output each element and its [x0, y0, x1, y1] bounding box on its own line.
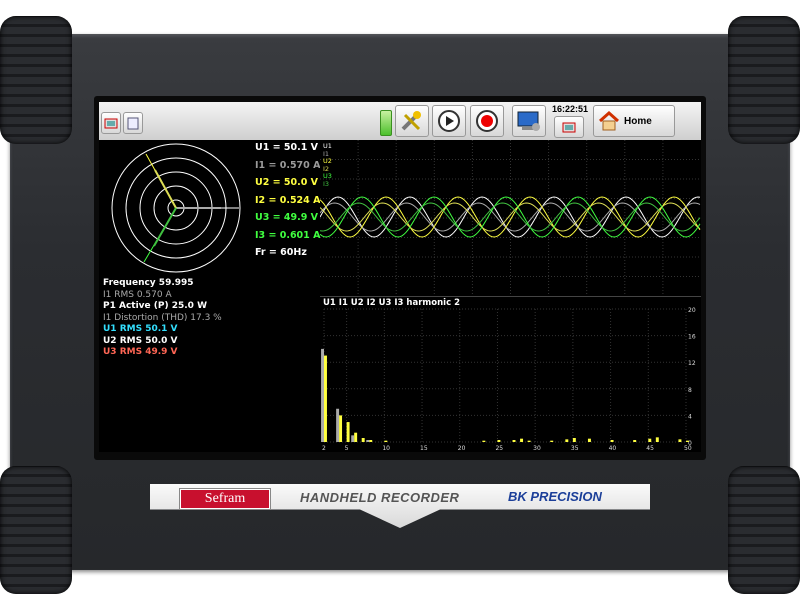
harmonic-bar: [648, 438, 652, 442]
x-tick-label: 45: [646, 445, 654, 452]
x-tick-label: 15: [420, 445, 428, 452]
home-button[interactable]: Home: [593, 105, 675, 137]
display-screen: 16:22:51 Home U1 = 50.1 VI1 = 0.570 A U2…: [99, 102, 701, 452]
harmonic-bar: [354, 432, 358, 442]
tools-icon: [401, 111, 421, 131]
harmonic-bar: [497, 440, 501, 442]
y-tick-label: 20: [688, 307, 696, 314]
harmonic-bar: [512, 440, 516, 442]
screenshot-button[interactable]: [101, 112, 121, 134]
y-tick-label: 8: [688, 387, 692, 394]
memory-card-icon: [127, 117, 139, 130]
display-settings-button[interactable]: [512, 105, 546, 137]
memory-button[interactable]: [123, 112, 143, 134]
home-icon: [599, 110, 619, 131]
corner-bumper-bottom-left: [0, 466, 72, 594]
harmonic-bar: [336, 408, 340, 442]
x-tick-label: 10: [382, 445, 390, 452]
harmonic-bar: [686, 440, 689, 442]
vector-panel: U1 = 50.1 V I1 = 0.570 A U2 = 50.0 V I2 = 0…: [99, 140, 320, 452]
sefram-logo: Sefram: [179, 488, 271, 510]
waveform-panel: U1 I1 U2 I2 U3 I3: [319, 140, 701, 296]
camera-icon: [104, 118, 118, 129]
measurement-row: U2 RMS 50.0 V: [103, 335, 178, 346]
reading-i2: I2 = 0.524 A: [255, 194, 321, 206]
home-label: Home: [624, 115, 652, 127]
y-tick-label: 12: [688, 360, 696, 367]
harmonic-bar: [655, 437, 659, 442]
measurement-row: I1 RMS 0.570 A: [103, 289, 172, 300]
y-tick-label: 4: [688, 413, 692, 420]
reading-i1: I1 = 0.570 A: [255, 159, 321, 171]
harmonic-bar: [678, 439, 682, 442]
y-tick-label: 16: [688, 334, 696, 341]
harmonic-bar: [369, 440, 373, 442]
corner-bumper-bottom-right: [728, 466, 800, 594]
harmonic-bar: [482, 440, 486, 442]
settings-button[interactable]: [395, 105, 429, 137]
harmonic-bar: [324, 355, 327, 442]
record-icon: [476, 110, 498, 132]
clock-time: 16:22:51: [552, 104, 589, 114]
harmonic-bar: [550, 440, 554, 442]
waveform-chart: [319, 140, 701, 296]
phasor-i3: [153, 207, 177, 247]
x-tick-label: 20: [458, 445, 466, 452]
harmonic-bar: [565, 439, 569, 442]
harmonic-bar: [384, 440, 388, 442]
x-tick-label: 40: [609, 445, 617, 452]
camera-icon: [562, 122, 576, 133]
harmonic-bar: [520, 438, 524, 442]
product-name: HANDHELD RECORDER: [300, 490, 460, 505]
harmonic-bar: [633, 440, 637, 442]
x-tick-label: 50: [684, 445, 692, 452]
measurement-row: Frequency 59.995: [103, 278, 194, 288]
harmonic-bar: [366, 440, 370, 442]
harmonic-bar: [346, 422, 350, 442]
harmonic-bar: [321, 348, 324, 442]
measurement-row: P1 Active (P) 25.0 W: [103, 301, 208, 311]
battery-icon: [380, 110, 392, 136]
reading-u2: U2 = 50.0 V: [255, 177, 318, 188]
reading-i3: I3 = 0.601 A: [255, 229, 321, 241]
bk-precision-logo: BK PRECISION: [508, 489, 602, 504]
record-button[interactable]: [470, 105, 504, 137]
measurement-row: U3 RMS 49.9 V: [103, 347, 178, 357]
screenshot-button-2[interactable]: [554, 116, 584, 138]
harmonic-bar-chart: 0481216202 5 10 15 20 25 30 35 40 45 50: [321, 307, 696, 452]
harmonic-bar: [361, 438, 365, 442]
measurement-row: I1 Distortion (THD) 17.3 %: [103, 312, 222, 323]
channel-label: I3: [323, 179, 330, 188]
harmonic-bar: [527, 440, 531, 442]
harmonic-title: U1 I1 U2 I2 U3 I3 harmonic 2: [323, 298, 460, 308]
play-icon: [438, 110, 460, 132]
harmonic-bar: [610, 440, 614, 442]
reading-u3: U3 = 49.9 V: [255, 212, 318, 223]
phasor-diagram: [111, 143, 241, 273]
x-tick-label: 35: [571, 445, 579, 452]
phasor-i2: [154, 169, 177, 209]
frequency-reference: Fr = 60Hz: [255, 247, 307, 258]
toolbar: 16:22:51 Home: [99, 102, 701, 140]
x-tick-label: 25: [495, 445, 503, 452]
corner-bumper-top-right: [728, 16, 800, 144]
harmonic-panel: U1 I1 U2 I2 U3 I3 harmonic 2 0 4 8 12 16 20 2 5…: [320, 296, 701, 452]
play-button[interactable]: [432, 105, 466, 137]
x-tick-label: 30: [533, 445, 541, 452]
x-tick-label: 5: [345, 445, 349, 452]
monitor-icon: [517, 111, 540, 131]
reading-u1: U1 = 50.1 V: [255, 142, 318, 153]
harmonic-bar: [339, 415, 343, 442]
harmonic-bar: [351, 435, 355, 442]
measurement-row: U1 RMS 50.1 V: [103, 324, 178, 334]
corner-bumper-top-left: [0, 16, 72, 144]
harmonic-bar: [587, 438, 591, 442]
harmonic-bar: [572, 438, 576, 442]
handheld-recorder-device: 16:22:51 Home U1 = 50.1 VI1 = 0.570 A U2…: [0, 0, 800, 600]
x-tick-label: 2: [322, 445, 326, 452]
